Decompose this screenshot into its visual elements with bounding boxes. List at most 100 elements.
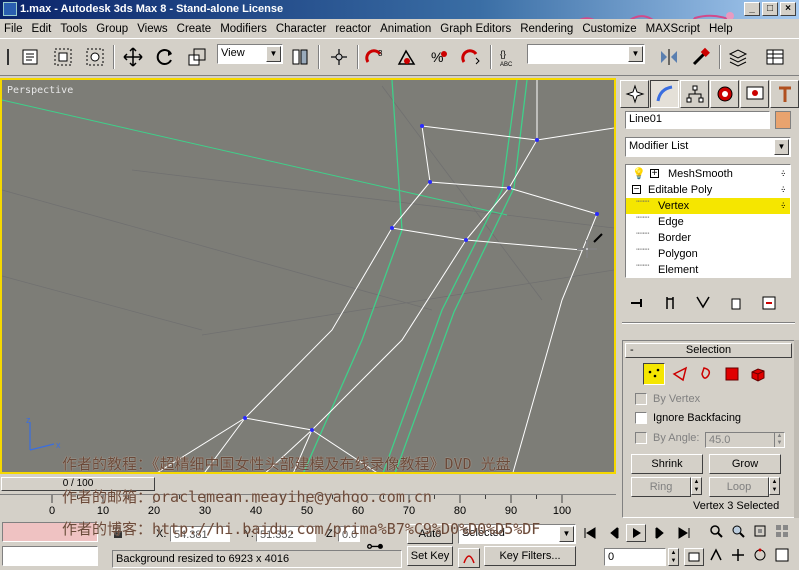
move-icon[interactable] — [120, 43, 146, 71]
create-tab-icon[interactable] — [620, 80, 649, 108]
menu-views[interactable]: Views — [137, 23, 167, 35]
key-mode-curve-icon[interactable] — [458, 548, 480, 568]
zoom-extents-icon[interactable] — [750, 522, 770, 540]
window-crossing-icon[interactable] — [82, 43, 108, 71]
mirror-icon[interactable] — [656, 43, 682, 71]
selection-rollout-header[interactable]: - Selection — [625, 343, 792, 358]
pivot-center-icon[interactable] — [287, 43, 313, 71]
grow-button[interactable]: Grow — [709, 454, 781, 474]
edge-level-icon[interactable] — [669, 363, 691, 385]
menu-create[interactable]: Create — [177, 23, 212, 35]
go-to-start-icon[interactable] — [580, 524, 600, 542]
zoom-icon[interactable] — [706, 522, 726, 540]
menu-character[interactable]: Character — [276, 23, 327, 35]
menu-maxscript[interactable]: MAXScript — [646, 23, 700, 35]
curve-editor-icon[interactable] — [762, 43, 788, 71]
set-key-button[interactable]: Set Key — [407, 546, 453, 566]
menu-reactor[interactable]: reactor — [335, 23, 371, 35]
object-name-field[interactable]: Line01 — [625, 111, 770, 129]
hierarchy-tab-icon[interactable] — [680, 80, 709, 108]
reference-coordinate-dropdown[interactable]: View ▼ — [217, 44, 283, 64]
menu-file[interactable]: File — [4, 23, 23, 35]
modifier-list-dropdown[interactable]: Modifier List ▼ — [625, 137, 791, 157]
configure-modifier-sets-icon[interactable] — [758, 292, 781, 314]
zoom-extents-all-icon[interactable] — [772, 522, 792, 540]
expand-plus-icon[interactable]: + — [650, 169, 659, 179]
menu-rendering[interactable]: Rendering — [520, 23, 573, 35]
key-mode-toggle-icon[interactable] — [684, 548, 704, 566]
stack-item-meshsmooth[interactable]: 💡 + MeshSmooth ·:· — [626, 166, 790, 182]
stack-item-editable-poly[interactable]: − Editable Poly ·:· — [626, 182, 790, 198]
menu-graph-editors[interactable]: Graph Editors — [440, 23, 511, 35]
make-unique-icon[interactable] — [691, 292, 714, 314]
show-end-result-icon[interactable] — [658, 292, 681, 314]
stack-item-edge[interactable]: ┈┈ Edge — [626, 212, 790, 230]
named-selection-edit-icon[interactable]: {} ABC — [496, 43, 522, 71]
menu-edit[interactable]: Edit — [32, 23, 52, 35]
maxscript-input[interactable] — [2, 546, 98, 566]
named-selection-dropdown[interactable]: ▼ — [527, 44, 645, 64]
ring-button[interactable]: Ring — [631, 477, 691, 497]
previous-frame-icon[interactable] — [604, 524, 624, 542]
minimize-button[interactable]: _ — [744, 2, 760, 16]
next-frame-icon[interactable] — [650, 524, 670, 542]
border-level-icon[interactable] — [695, 363, 717, 385]
object-color-swatch[interactable] — [775, 111, 791, 129]
arc-rotate-icon[interactable] — [750, 546, 770, 564]
shrink-button[interactable]: Shrink — [631, 454, 703, 474]
current-frame-field[interactable]: 0 — [604, 548, 666, 566]
motion-tab-icon[interactable] — [710, 80, 739, 108]
display-tab-icon[interactable] — [740, 80, 769, 108]
modify-tab-icon[interactable] — [650, 80, 679, 108]
viewport-label[interactable]: Perspective — [7, 85, 73, 96]
vertex-level-icon[interactable] — [643, 363, 665, 385]
angle-snap-icon[interactable] — [394, 43, 420, 71]
zoom-all-icon[interactable] — [728, 522, 748, 540]
menu-modifiers[interactable]: Modifiers — [220, 23, 267, 35]
collapse-minus-icon[interactable]: − — [632, 185, 641, 195]
select-object-icon[interactable] — [18, 43, 44, 71]
app-icon[interactable] — [3, 2, 17, 16]
stack-item-vertex[interactable]: ┈┈ Vertex ·:· — [626, 196, 790, 214]
frame-spinner-icon[interactable]: ▲ ▼ — [668, 548, 679, 566]
lightbulb-icon[interactable]: 💡 — [632, 166, 646, 182]
snap-3d-icon[interactable]: 3 — [362, 43, 388, 71]
utilities-tab-icon[interactable] — [770, 80, 799, 108]
close-button[interactable]: × — [780, 2, 796, 16]
by-vertex-checkbox[interactable]: By Vertex — [635, 393, 700, 405]
key-filters-button[interactable]: Key Filters... — [484, 546, 576, 566]
maximize-button[interactable]: □ — [762, 2, 778, 16]
ignore-backfacing-checkbox[interactable]: Ignore Backfacing — [635, 412, 741, 424]
mesh-wireframe[interactable] — [2, 80, 616, 474]
go-to-end-icon[interactable] — [674, 524, 694, 542]
percent-snap-icon[interactable]: % — [426, 43, 452, 71]
play-icon[interactable] — [626, 524, 646, 542]
layer-manager-icon[interactable] — [725, 43, 751, 71]
menu-tools[interactable]: Tools — [60, 23, 87, 35]
align-icon[interactable] — [688, 43, 714, 71]
spinner-arrows-icon[interactable]: ▲ ▼ — [774, 433, 784, 447]
menu-group[interactable]: Group — [96, 23, 128, 35]
polygon-level-icon[interactable] — [721, 363, 743, 385]
stack-item-element[interactable]: ┈┈ Element — [626, 260, 790, 278]
menu-help[interactable]: Help — [709, 23, 733, 35]
stack-item-border[interactable]: ┈┈ Border — [626, 228, 790, 246]
remove-modifier-icon[interactable] — [725, 292, 748, 314]
loop-spinner-icon[interactable]: ▲ ▼ — [769, 477, 780, 495]
menu-customize[interactable]: Customize — [582, 23, 636, 35]
field-of-view-icon[interactable] — [706, 546, 726, 564]
angle-spinner[interactable]: 45.0 ▲ ▼ — [705, 432, 785, 448]
by-angle-checkbox[interactable]: By Angle: — [635, 432, 699, 444]
command-panel-scrollbar[interactable] — [794, 340, 799, 518]
select-manipulate-icon[interactable] — [326, 43, 352, 71]
pan-icon[interactable] — [728, 546, 748, 564]
select-region-icon[interactable] — [50, 43, 76, 71]
rotate-icon[interactable] — [152, 43, 178, 71]
stack-item-polygon[interactable]: ┈┈ Polygon — [626, 244, 790, 262]
spinner-snap-icon[interactable] — [458, 43, 484, 71]
ring-spinner-icon[interactable]: ▲ ▼ — [691, 477, 702, 495]
pin-stack-icon[interactable] — [625, 292, 648, 314]
perspective-viewport[interactable]: Perspective z x — [0, 78, 616, 474]
maximize-viewport-icon[interactable] — [772, 546, 792, 564]
element-level-icon[interactable] — [747, 363, 769, 385]
